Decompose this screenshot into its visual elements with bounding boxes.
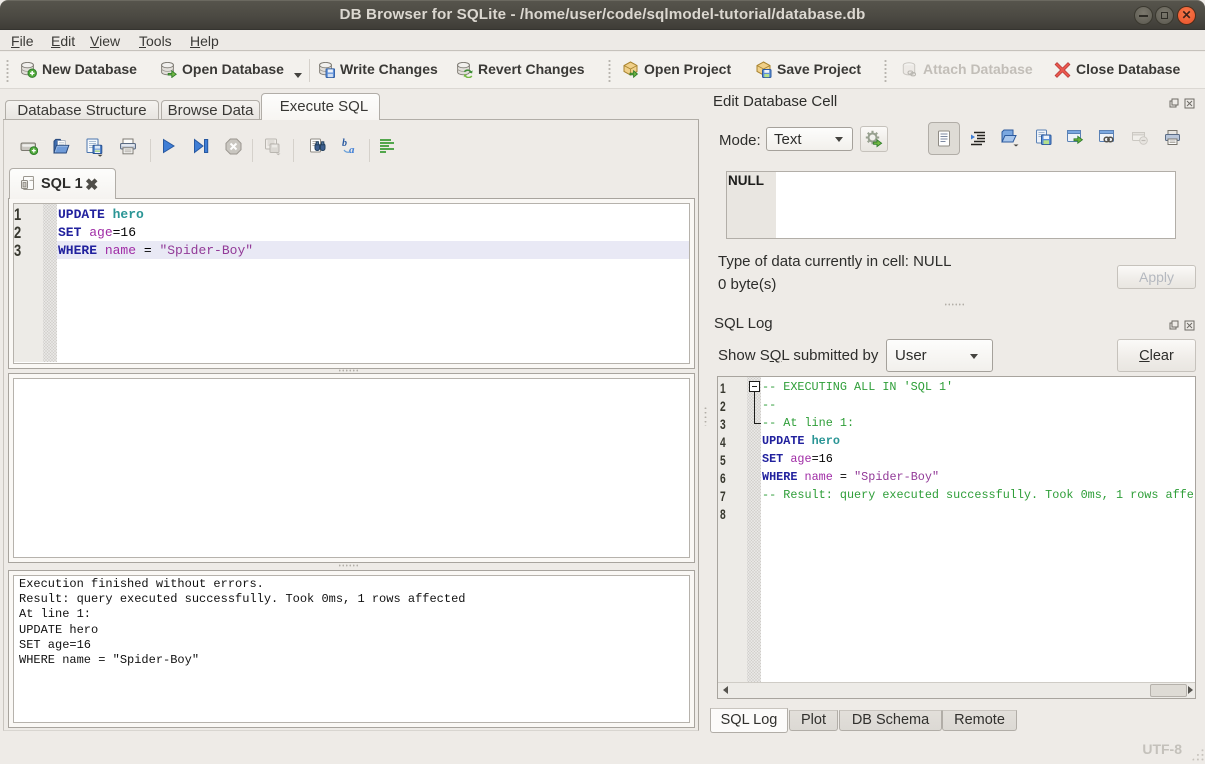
svg-text:a: a <box>349 144 355 155</box>
svg-text:b: b <box>342 138 347 149</box>
